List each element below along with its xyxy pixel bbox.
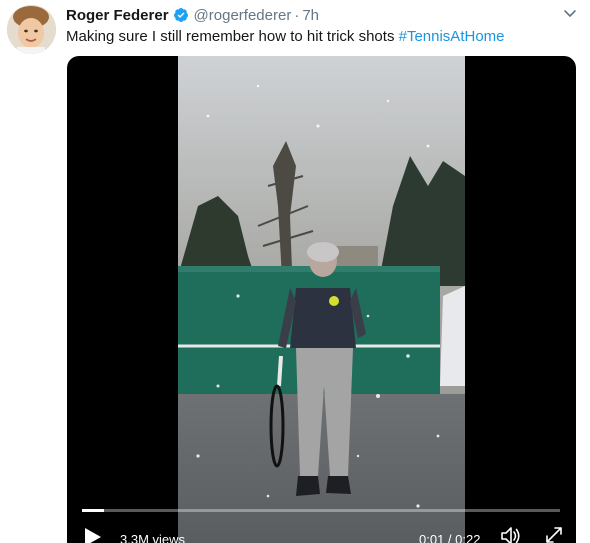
tweet-header: Roger Federer @rogerfederer · 7h [66,6,319,24]
separator-dot: · [294,6,300,24]
video-progress-fill [82,509,104,512]
avatar[interactable] [7,5,56,54]
tweet-timestamp[interactable]: 7h [302,7,319,24]
author-name[interactable]: Roger Federer [66,7,169,24]
fullscreen-icon[interactable] [545,526,563,543]
verified-badge-icon [173,8,188,22]
chevron-down-icon[interactable] [562,5,578,21]
avatar-image [7,5,56,54]
video-progress-bar[interactable] [82,509,560,512]
view-count: 3.3M views [120,532,186,543]
video-timecode: 0:01 / 0:22 [419,532,481,543]
tweet-body: Making sure I still remember how to hit … [66,28,399,45]
tweet-text: Making sure I still remember how to hit … [66,28,505,46]
volume-icon[interactable] [500,526,522,543]
hashtag-link[interactable]: #TennisAtHome [399,28,505,45]
video-player[interactable]: 3.3M views 0:01 / 0:22 [67,56,576,543]
video-frame [178,56,465,543]
author-handle[interactable]: @rogerfederer [194,7,292,24]
tweet-card[interactable]: Roger Federer @rogerfederer · 7h Making … [0,0,590,543]
play-icon[interactable] [83,526,103,543]
